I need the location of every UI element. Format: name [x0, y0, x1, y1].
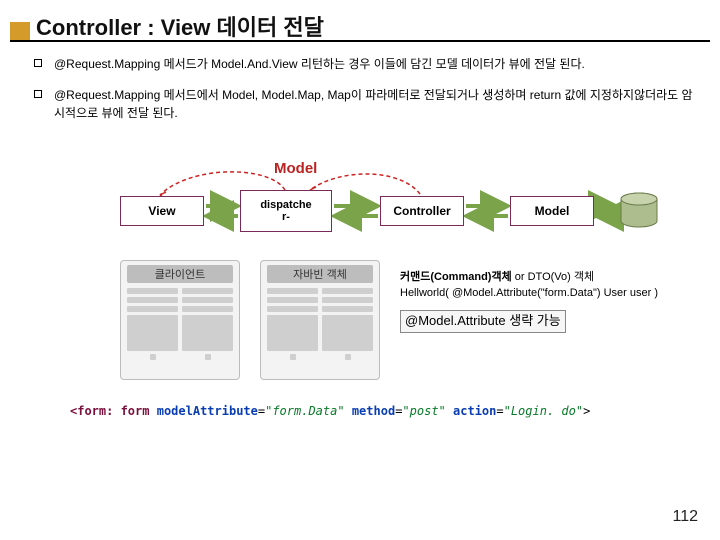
bullet-icon — [34, 59, 42, 67]
title-accent — [10, 22, 30, 40]
annotation-boxed: @Model.Attribute 생략 가능 — [400, 310, 566, 333]
annotation-bold: 커맨드(Command)객체 — [400, 271, 512, 283]
annotation-block: 커맨드(Command)객체 or DTO(Vo) 객체 Hellworld( … — [400, 270, 690, 333]
box-dispatcher: dispatche r- — [240, 190, 332, 232]
box-controller: Controller — [380, 196, 464, 226]
bullet-icon — [34, 90, 42, 98]
flow-diagram: Model View dispatche r- Controller Model… — [60, 160, 660, 390]
bullet-text: @Request.Mapping 메서드가 Model.And.View 리턴하… — [54, 57, 585, 71]
database-icon — [618, 192, 660, 232]
bullet-text: @Request.Mapping 메서드에서 Model, Model.Map,… — [54, 88, 693, 119]
box-model: Model — [510, 196, 594, 226]
box-view: View — [120, 196, 204, 226]
code-attr: action — [453, 404, 496, 418]
code-end: > — [583, 404, 590, 418]
bullet-list: @Request.Mapping 메서드가 Model.And.View 리턴하… — [34, 56, 702, 136]
model-top-label: Model — [274, 160, 317, 177]
code-str: "form.Data" — [265, 404, 344, 418]
javabean-card-title: 자바빈 객체 — [267, 265, 373, 283]
code-attr: modelAttribute — [157, 404, 258, 418]
javabean-card: 자바빈 객체 — [260, 260, 380, 380]
client-card-title: 클라이언트 — [127, 265, 233, 283]
code-str: "post" — [402, 404, 445, 418]
code-snippet: <form: form modelAttribute="form.Data" m… — [70, 404, 690, 418]
client-card: 클라이언트 — [120, 260, 240, 380]
page-title: Controller : View 데이터 전달 — [36, 10, 324, 42]
code-tag: <form: form — [70, 404, 149, 418]
code-str: "Login. do" — [504, 404, 583, 418]
annotation-code: Hellworld( @Model.Attribute("form.Data")… — [400, 286, 690, 302]
page-number: 112 — [672, 508, 698, 526]
code-attr: method — [352, 404, 395, 418]
annotation-text: or DTO(Vo) 객체 — [512, 271, 594, 283]
bullet-item: @Request.Mapping 메서드가 Model.And.View 리턴하… — [34, 56, 702, 73]
bullet-item: @Request.Mapping 메서드에서 Model, Model.Map,… — [34, 87, 702, 122]
